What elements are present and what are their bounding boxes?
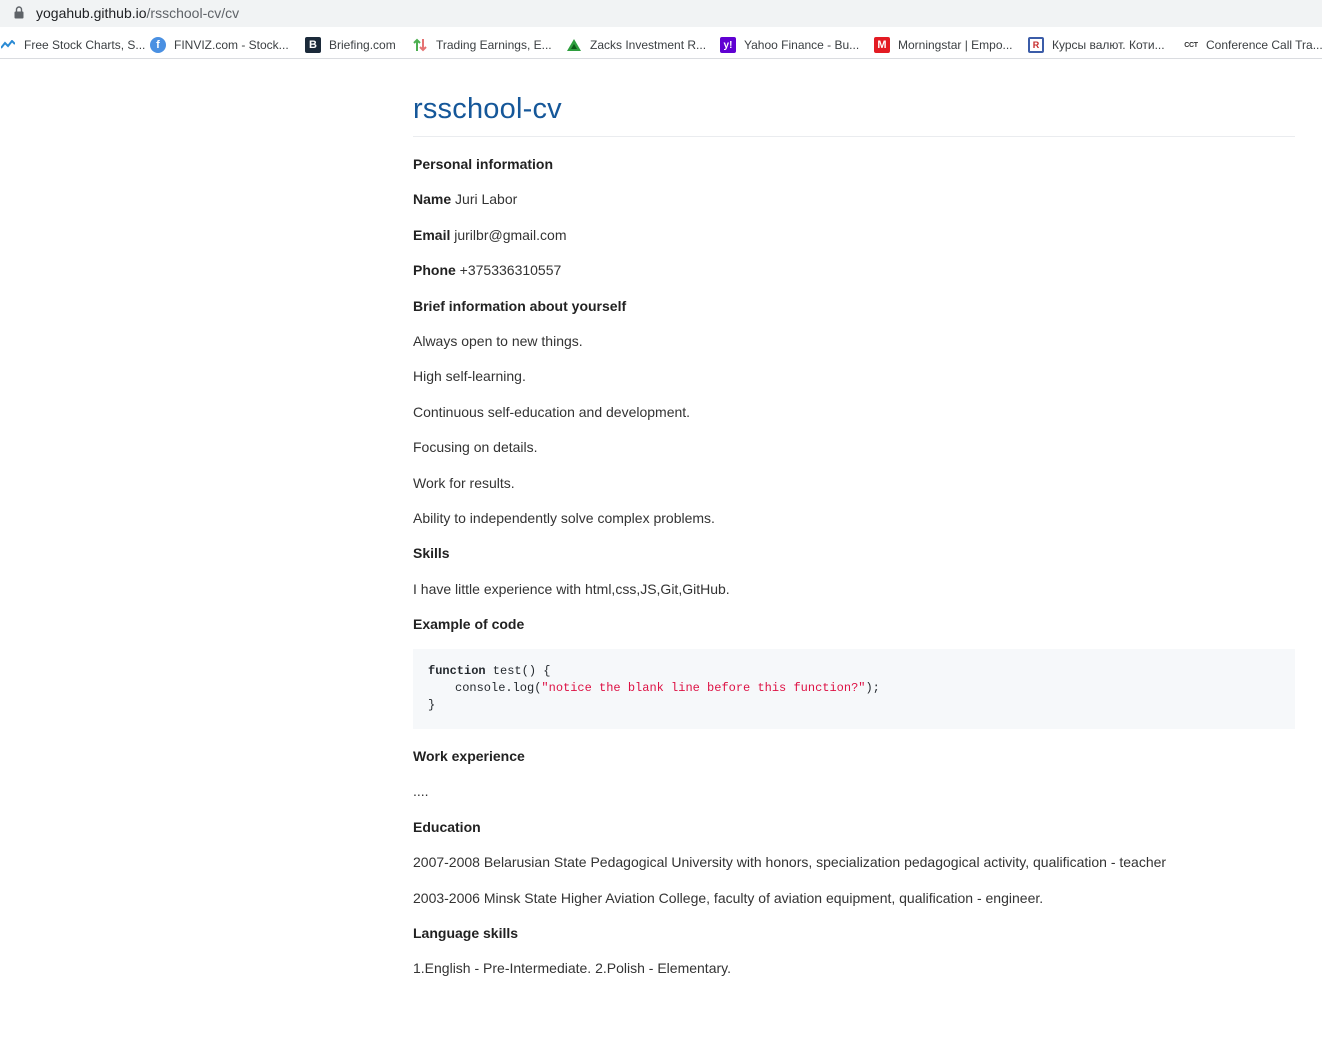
page-title[interactable]: rsschool-cv [413,90,1295,137]
code-heading: Example of code [413,614,1295,634]
brief-item: High self-learning. [413,368,526,385]
bookmark-stockcharts[interactable]: Free Stock Charts, S... [0,36,145,54]
cv-content: rsschool-cv Personal information Name Ju… [413,90,1295,978]
brief-item: Ability to independently solve complex p… [413,509,715,526]
code-text: ); [865,681,880,696]
arrows-icon [412,37,428,53]
name-row: Name Juri Labor [413,189,1295,209]
zacks-icon [566,37,582,53]
brief-heading: Brief information about yourself [413,296,1295,316]
url-path: /rsschool-cv/cv [146,5,240,21]
heading-text: Personal information [413,156,554,172]
work-text: .... [413,783,429,800]
phone-label: Phone [413,262,456,279]
code-block: function test() { console.log("notice th… [413,649,1295,730]
briefing-icon: B [305,37,321,53]
bookmark-label: Yahoo Finance - Bu... [744,38,860,52]
phone-value: +375336310557 [455,262,562,279]
bookmark-currency[interactable]: R Курсы валют. Коти... [1028,36,1165,54]
code-text: test() { [485,664,551,679]
address-bar[interactable]: yogahub.github.io/rsschool-cv/cv [0,0,1322,27]
bookmark-briefing[interactable]: B Briefing.com [305,36,396,54]
bookmark-conference-call[interactable]: CCT Conference Call Tra... [1182,36,1322,54]
heading-text: Brief information about yourself [413,297,627,314]
heading-text: Skills [413,545,450,562]
heading-text: Education [413,818,481,835]
url-text[interactable]: yogahub.github.io/rsschool-cv/cv [36,5,239,21]
name-label: Name [413,191,452,208]
language-text: 1.English - Pre-Intermediate. 2.Polish -… [413,960,731,977]
bookmark-label: Zacks Investment R... [590,38,707,52]
education-heading: Education [413,817,1295,837]
yahoo-icon: y! [720,37,736,53]
brief-item: Work for results. [413,474,515,491]
cct-icon: CCT [1184,41,1198,49]
bookmark-label: FINVIZ.com - Stock... [174,38,289,52]
brief-item: Focusing on details. [413,439,538,456]
bookmark-label: Free Stock Charts, S... [24,38,146,52]
phone-row: Phone +375336310557 [413,260,1295,280]
email-label: Email [413,226,451,243]
brief-item: Always open to new things. [413,332,583,349]
brief-item: Continuous self-education and developmen… [413,403,691,420]
personal-heading: Personal information [413,154,1295,174]
bookmark-label: Briefing.com [329,38,396,52]
bookmarks-bar: Free Stock Charts, S... f FINVIZ.com - S… [0,31,1322,59]
language-heading: Language skills [413,923,1295,943]
code-keyword: function [428,664,486,679]
url-host: yogahub.github.io [36,5,147,21]
bookmark-label: Trading Earnings, E... [436,38,552,52]
code-string: "notice the blank line before this funct… [541,681,866,696]
heading-text: Example of code [413,616,525,633]
education-item: 2003-2006 Minsk State Higher Aviation Co… [413,889,1044,906]
stockcharts-icon [0,37,16,53]
skills-heading: Skills [413,543,1295,563]
bookmark-morningstar[interactable]: M Morningstar | Empo... [874,36,1013,54]
name-value: Juri Labor [451,191,518,208]
bookmark-trading-earnings[interactable]: Trading Earnings, E... [412,36,552,54]
facebook-icon: f [150,37,166,53]
bookmark-finviz[interactable]: f FINVIZ.com - Stock... [150,36,289,54]
heading-text: Work experience [413,748,525,765]
bookmark-yahoo-finance[interactable]: y! Yahoo Finance - Bu... [720,36,859,54]
skills-text: I have little experience with html,css,J… [413,580,730,597]
email-value: jurilbr@gmail.com [450,226,567,243]
code-text: console.log( [455,681,542,696]
bookmark-label: Conference Call Tra... [1206,38,1322,52]
bookmark-zacks[interactable]: Zacks Investment R... [566,36,706,54]
email-row: Email jurilbr@gmail.com [413,225,1295,245]
heading-text: Language skills [413,925,519,942]
code-line-3: } [428,698,436,713]
code-line-1: function test() { [428,663,1280,680]
work-heading: Work experience [413,746,1295,766]
lock-icon [14,6,24,19]
bookmark-label: Morningstar | Empo... [898,38,1013,52]
currency-icon: R [1028,37,1044,53]
bookmark-label: Курсы валют. Коти... [1052,38,1165,52]
morningstar-icon: M [874,37,890,53]
code-line-2: console.log("notice the blank line befor… [428,680,1280,697]
education-item: 2007-2008 Belarusian State Pedagogical U… [413,854,1167,871]
